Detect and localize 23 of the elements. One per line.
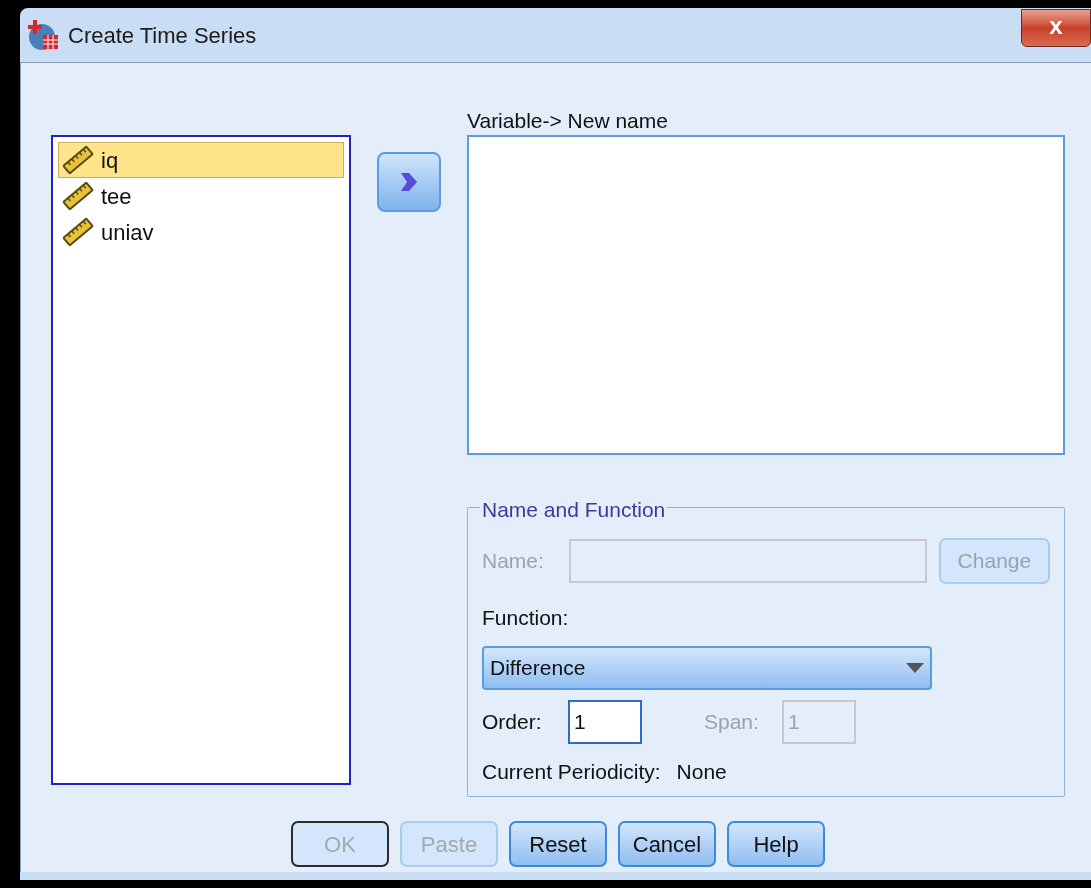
target-list[interactable] [467,135,1065,455]
span-label: Span: [704,708,760,735]
periodicity-value: None [676,758,727,785]
target-list-label: Variable-> New name [467,108,669,134]
periodicity-label: Current Periodicity: [482,758,661,785]
order-label: Order: [482,708,543,735]
variable-item[interactable]: uniav [58,214,344,250]
close-button[interactable]: x [1021,9,1091,47]
order-field[interactable]: 1 [568,699,642,744]
variable-list[interactable]: iq tee uniav [51,135,351,785]
function-label: Function: [482,605,570,631]
dialog-button[interactable]: Reset [509,821,607,867]
variable-item[interactable]: iq [58,142,344,178]
name-label: Name: [482,548,545,575]
dialog-button[interactable]: Cancel [618,821,716,867]
dropdown-caret-icon [906,662,924,673]
function-dropdown[interactable]: Difference [482,645,932,690]
ruler-icon [61,145,95,175]
variable-item[interactable]: tee [58,178,344,214]
app-icon [26,19,60,51]
dialog-button[interactable]: Help [727,821,825,867]
move-arrow-button[interactable] [377,152,441,212]
window-title: Create Time Series [68,21,257,50]
